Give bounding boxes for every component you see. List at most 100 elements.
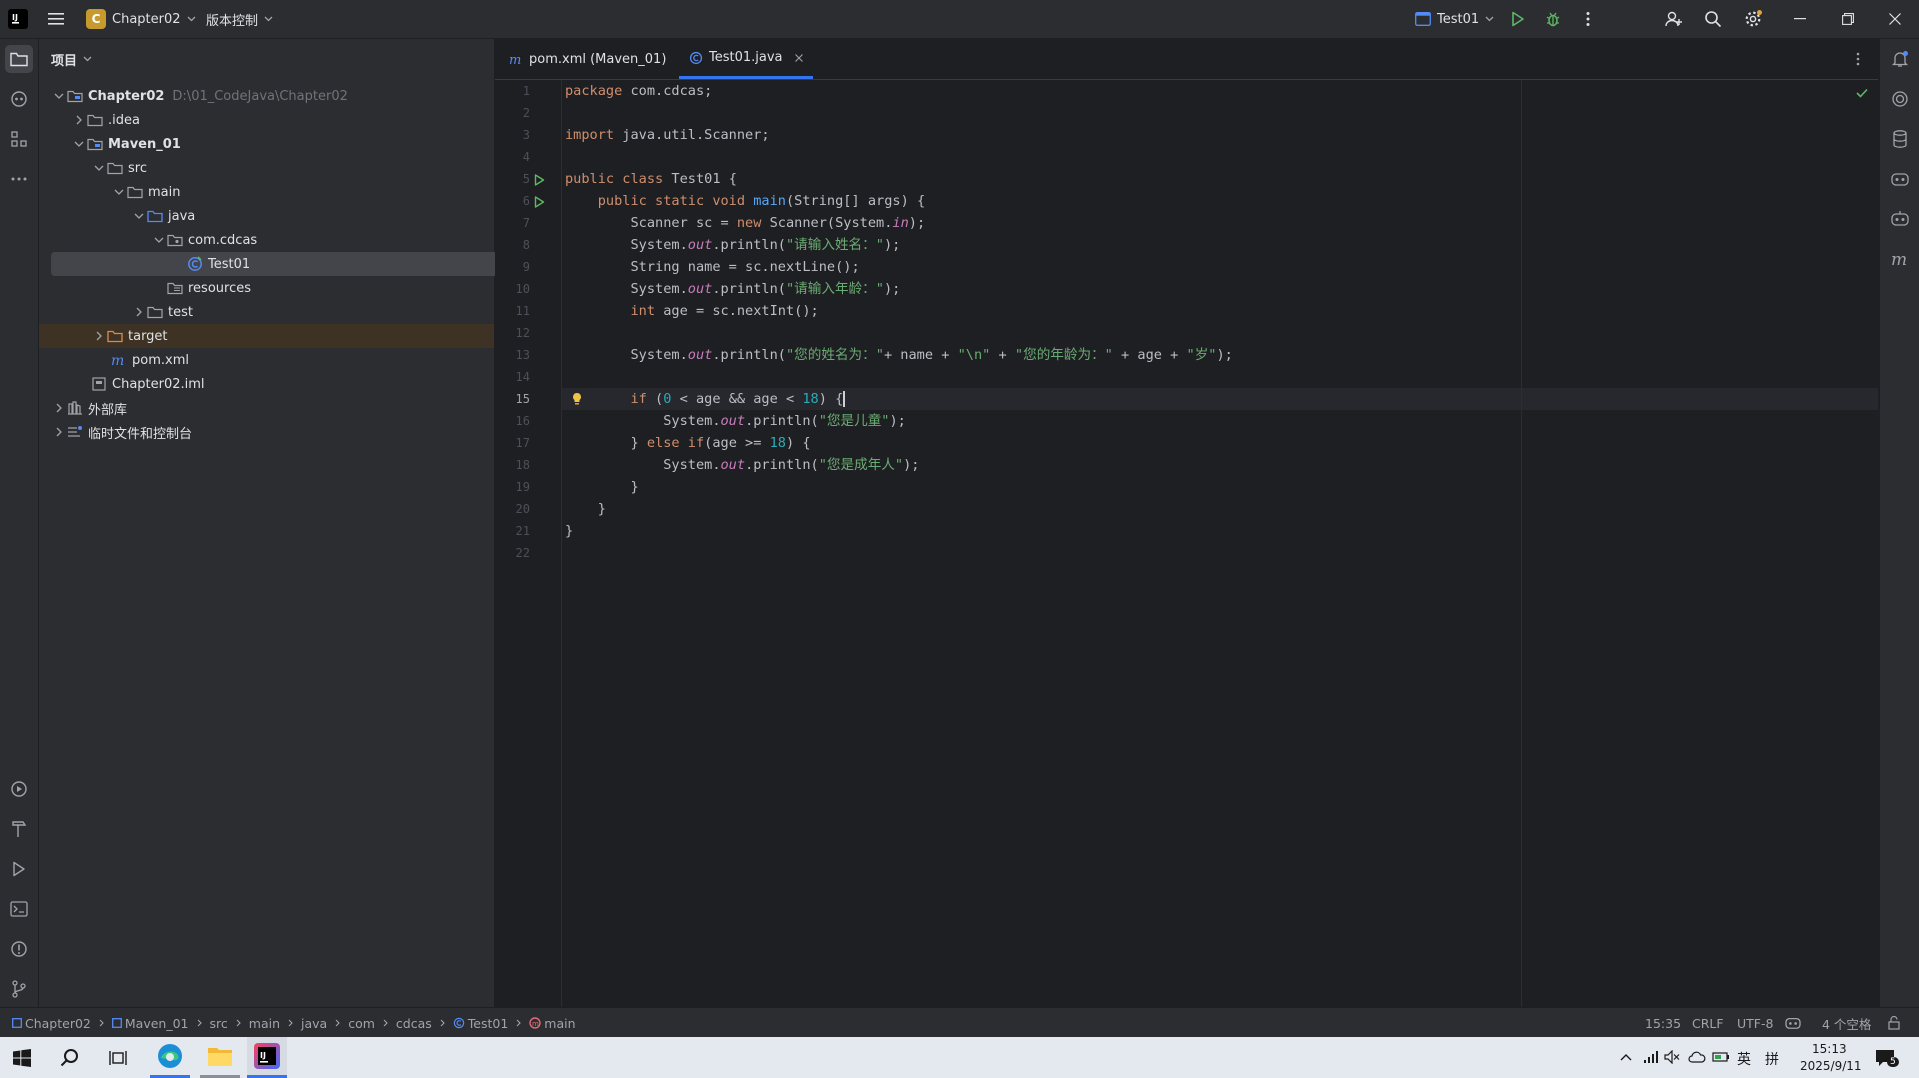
run-gutter-icon[interactable] (532, 196, 546, 208)
breadcrumb-item[interactable]: Maven_01 (125, 1016, 189, 1031)
tab-options-icon[interactable] (1848, 49, 1868, 69)
breadcrumb-item[interactable]: java (301, 1016, 327, 1031)
chevron-right-icon (197, 1019, 202, 1027)
tree-item-src[interactable]: src (39, 156, 546, 180)
network-icon[interactable] (1643, 1049, 1659, 1065)
intellij-taskbar-icon[interactable]: IJ (247, 1037, 287, 1078)
tree-item-external-libs[interactable]: 外部库 (39, 396, 506, 420)
line-number: 1 (522, 84, 530, 98)
terminal-icon[interactable] (5, 895, 33, 923)
copilot-icon[interactable] (5, 85, 33, 113)
services-icon[interactable] (5, 775, 33, 803)
maven-tool-icon[interactable]: m (1886, 245, 1914, 273)
breadcrumb-item[interactable]: Chapter02 (25, 1016, 91, 1031)
chevron-up-icon[interactable] (1618, 1049, 1634, 1065)
clock-time[interactable]: 15:13 (1812, 1042, 1847, 1056)
line-separator[interactable]: CRLF (1692, 1008, 1724, 1038)
windows-taskbar: IJ 英 拼 15:13 2025/9/11 5 (0, 1037, 1919, 1078)
code-line: System.out.println("您是成年人"); (565, 457, 920, 473)
chevron-right-icon (51, 424, 67, 440)
tree-item-target[interactable]: target (39, 324, 494, 348)
debug-icon[interactable] (1543, 9, 1563, 29)
tree-item-pom[interactable]: m pom.xml (39, 348, 566, 372)
code-line: import java.util.Scanner; (565, 127, 770, 143)
intellij-logo-icon[interactable]: IJ (8, 9, 28, 29)
ai-assistant-icon[interactable] (1886, 85, 1914, 113)
indent-setting[interactable]: 4 个空格 (1822, 1008, 1871, 1038)
volume-muted-icon[interactable] (1664, 1049, 1680, 1065)
chevron-right-icon (288, 1019, 293, 1027)
vcs-menu[interactable]: 版本控制 (206, 0, 273, 38)
close-window-icon[interactable] (1885, 9, 1905, 29)
tree-item-main[interactable]: main (39, 180, 566, 204)
application-icon (1415, 12, 1431, 26)
minimize-icon[interactable] (1790, 9, 1810, 29)
code-line: public static void main(String[] args) { (565, 193, 926, 209)
close-tab-icon[interactable] (794, 53, 803, 62)
tree-item-label: main (148, 184, 181, 200)
breadcrumb-item[interactable]: main (249, 1016, 280, 1031)
project-selector[interactable]: C Chapter02 (86, 0, 196, 38)
notifications-bell-icon[interactable] (1886, 45, 1914, 73)
windows-start-icon[interactable] (12, 1048, 32, 1068)
database-icon[interactable] (1886, 125, 1914, 153)
caret-position[interactable]: 15:35 (1645, 1008, 1681, 1038)
more-actions-icon[interactable] (1578, 9, 1598, 29)
breadcrumb-item[interactable]: cdcas (396, 1016, 432, 1031)
run-config-selector[interactable]: Test01 (1415, 0, 1494, 38)
copilot-status-icon[interactable] (1785, 1015, 1801, 1031)
project-folder-icon[interactable] (5, 45, 33, 73)
tree-item-idea[interactable]: .idea (39, 108, 526, 132)
tree-item-scratches[interactable]: 临时文件和控制台 (39, 420, 506, 444)
more-tools-icon[interactable] (5, 165, 33, 193)
settings-gear-icon[interactable] (1743, 9, 1763, 29)
onedrive-cloud-icon[interactable] (1688, 1049, 1706, 1065)
problems-icon[interactable] (5, 935, 33, 963)
structure-icon[interactable] (5, 125, 33, 153)
file-explorer-icon[interactable] (200, 1037, 240, 1078)
add-user-icon[interactable] (1664, 9, 1684, 29)
battery-icon[interactable] (1712, 1049, 1730, 1065)
run-gutter-icon[interactable] (532, 174, 546, 186)
unlock-icon[interactable] (1886, 1015, 1902, 1031)
edge-browser-icon[interactable] (150, 1037, 190, 1078)
line-number: 3 (522, 128, 530, 142)
breadcrumb-item[interactable]: src (210, 1016, 228, 1031)
code-editor[interactable]: 1 2 3 4 5 6 7 8 9 10 11 12 13 14 15 16 1… (495, 80, 1878, 1007)
copilot-chat-icon[interactable] (1886, 165, 1914, 193)
ime-language-indicator[interactable]: 英 (1737, 1049, 1751, 1069)
status-bar: Chapter02 Maven_01 src main java com cdc… (0, 1007, 1919, 1038)
code-line: } (565, 479, 639, 495)
breadcrumb-item[interactable]: com (348, 1016, 375, 1031)
task-view-icon[interactable] (108, 1048, 128, 1068)
build-hammer-icon[interactable] (5, 815, 33, 843)
tab-test01-java[interactable]: Test01.java (679, 39, 813, 79)
line-number: 10 (515, 282, 530, 296)
git-icon[interactable] (5, 975, 33, 1003)
search-icon[interactable] (60, 1048, 80, 1068)
run-icon[interactable] (1508, 9, 1528, 29)
clock-date[interactable]: 2025/9/11 (1800, 1059, 1862, 1073)
search-icon[interactable] (1703, 9, 1723, 29)
copilot-agent-icon[interactable] (1886, 205, 1914, 233)
tree-item-iml[interactable]: Chapter02.iml (39, 372, 546, 396)
project-panel-header[interactable]: 项目 (51, 39, 92, 79)
tab-label: Test01.java (709, 50, 783, 65)
tab-pom-xml[interactable]: m pom.xml (Maven_01) (509, 39, 666, 79)
code-line-current: if (0 < age && age < 18) { (565, 391, 845, 407)
restore-icon[interactable] (1838, 9, 1858, 29)
title-bar: IJ C Chapter02 版本控制 Test01 (0, 0, 1919, 39)
tree-item-label: resources (188, 280, 252, 296)
tree-item-chapter02[interactable]: Chapter02 D:\01_CodeJava\Chapter02 (39, 84, 506, 108)
ime-mode-indicator[interactable]: 拼 (1765, 1049, 1779, 1069)
file-encoding[interactable]: UTF-8 (1737, 1008, 1773, 1038)
code-line: } (565, 523, 574, 539)
line-number: 17 (515, 436, 530, 450)
run-tool-icon[interactable] (5, 855, 33, 883)
breadcrumb-item[interactable]: Test01 (468, 1016, 509, 1031)
breadcrumb-item[interactable]: main (544, 1016, 575, 1031)
main-menu-icon[interactable] (46, 9, 66, 29)
tree-item-maven01[interactable]: Maven_01 (39, 132, 526, 156)
editor-gutter: 1 2 3 4 5 6 7 8 9 10 11 12 13 14 15 16 1… (495, 80, 581, 1007)
inspection-ok-icon[interactable] (1855, 86, 1869, 100)
